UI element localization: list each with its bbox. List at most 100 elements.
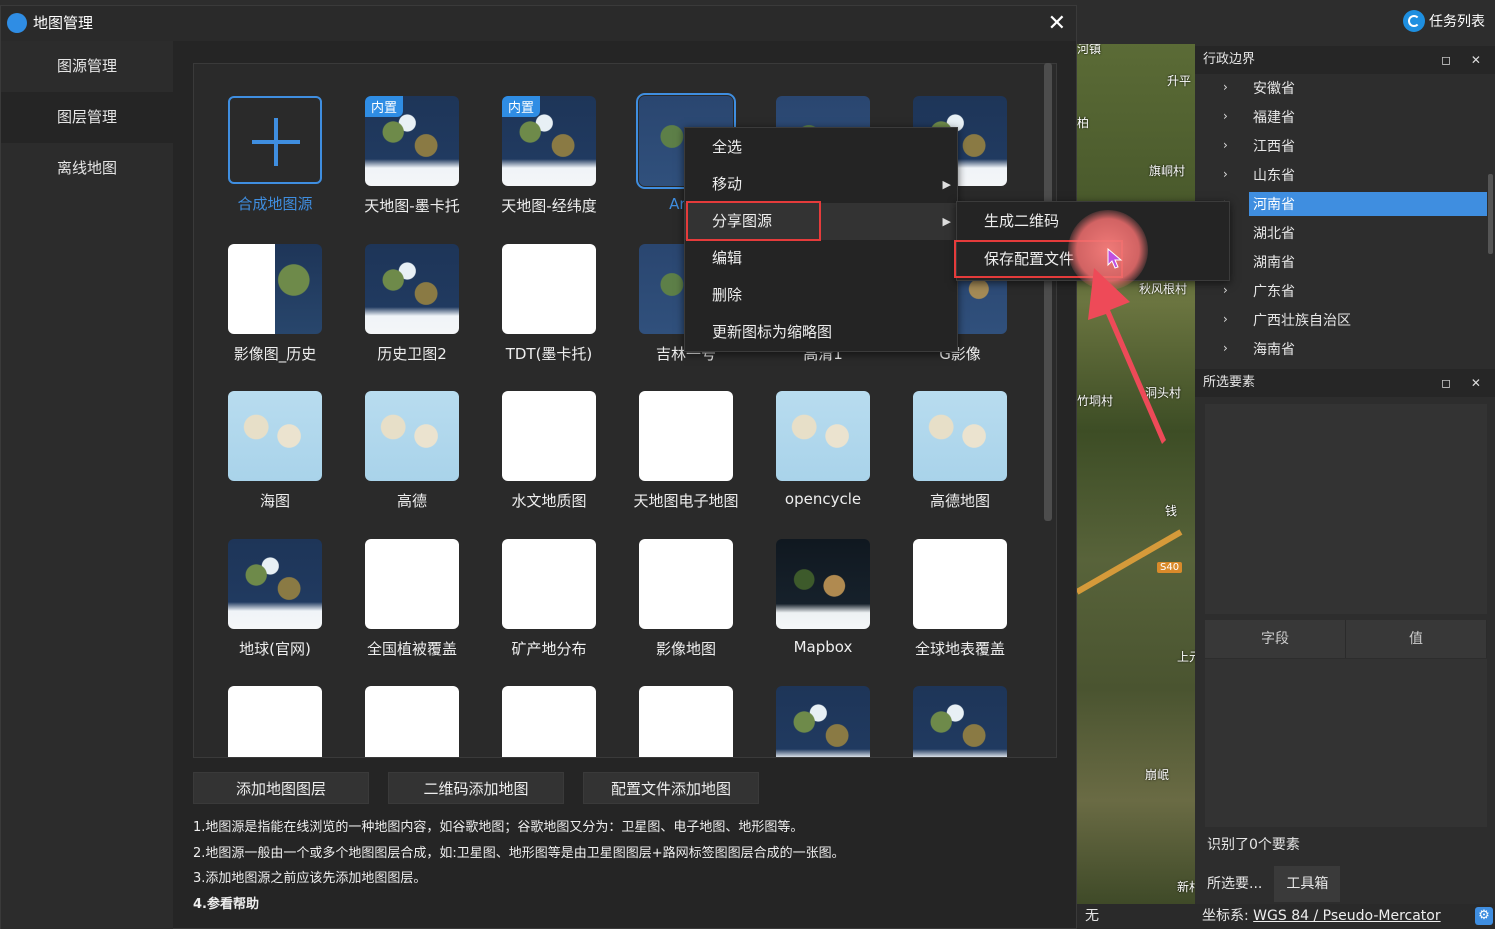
map-source-tile[interactable]: 水文地质图: [489, 391, 609, 511]
add-map-layer-button[interactable]: 添加地图图层: [193, 772, 369, 804]
map-thumbnail: [776, 391, 870, 481]
map-source-tile[interactable]: [626, 686, 746, 757]
tab-selected-features[interactable]: 所选要...: [1195, 866, 1274, 902]
province-item[interactable]: › 广东省: [1195, 276, 1487, 305]
map-source-tile[interactable]: 矿产地分布: [489, 539, 609, 659]
task-list-icon: [1403, 10, 1425, 32]
annotation-arrow: [1088, 268, 1166, 444]
help-link[interactable]: 4.参看帮助: [193, 892, 845, 918]
map-thumbnail: [502, 539, 596, 629]
note-line: 3.添加地图源之前应该先添加地图图层。: [193, 871, 427, 886]
map-source-tile[interactable]: 内置天地图-墨卡托: [352, 96, 472, 216]
status-bar: 无 坐标系: WGS 84 / Pseudo-Mercator ⚙: [1077, 904, 1495, 929]
map-thumbnail: [502, 244, 596, 334]
grid-scrollbar[interactable]: [1044, 63, 1052, 521]
map-thumbnail: 内置: [502, 96, 596, 186]
coordinate-system[interactable]: 坐标系: WGS 84 / Pseudo-Mercator: [1202, 904, 1441, 929]
map-thumbnail: [913, 391, 1007, 481]
chevron-right-icon[interactable]: ›: [1223, 305, 1228, 334]
map-source-tile[interactable]: 影像地图: [626, 539, 746, 659]
province-item[interactable]: ›湖北省: [1195, 218, 1487, 247]
map-source-tile[interactable]: Mapbox: [763, 539, 883, 656]
chevron-right-icon[interactable]: ›: [1223, 334, 1228, 363]
qr-add-map-button[interactable]: 二维码添加地图: [388, 772, 564, 804]
map-thumbnail: [639, 686, 733, 757]
task-list-button[interactable]: 任务列表: [1403, 8, 1485, 34]
map-thumbnail: [228, 686, 322, 757]
map-source-tile[interactable]: 全球地表覆盖: [900, 539, 1020, 659]
chevron-right-icon[interactable]: ›: [1223, 131, 1228, 160]
map-place-label: 旗峒村: [1149, 164, 1186, 178]
map-source-tile[interactable]: 地球(官网): [215, 539, 335, 659]
province-label: 海南省: [1253, 341, 1295, 358]
map-source-label: 天地图-墨卡托: [364, 197, 460, 215]
map-source-tile[interactable]: [489, 686, 609, 757]
map-place-label: 上元珠: [1177, 650, 1195, 664]
selected-features-title: 所选要素: [1203, 375, 1256, 390]
submenu-arrow-icon: ▶: [942, 178, 951, 191]
column-value[interactable]: 值: [1346, 620, 1487, 658]
builtin-badge: 内置: [365, 96, 404, 117]
nav-layer-manage[interactable]: 图层管理: [1, 92, 173, 143]
map-source-label: 地球(官网): [239, 640, 311, 658]
map-source-label: 水文地质图: [511, 492, 587, 510]
map-source-label: 全球地表覆盖: [914, 640, 1005, 658]
map-place-label: 新村: [1177, 880, 1195, 894]
map-view[interactable]: S40 河镇升平柏旗峒村秋风根村洞头村竹垌村钱上元珠崩岷新村: [1077, 44, 1195, 904]
map-thumbnail: [228, 244, 322, 334]
right-panel: 行政边界 ◻ ✕ ›安徽省›福建省›江西省›山东省›河南省›湖北省›湖南省›广东…: [1195, 44, 1495, 904]
map-source-tile[interactable]: 海图: [215, 391, 335, 511]
province-item[interactable]: › 安徽省: [1195, 73, 1487, 102]
map-source-label: Mapbox: [793, 638, 853, 656]
map-source-tile[interactable]: 历史卫图2: [352, 244, 472, 364]
province-item[interactable]: › 福建省: [1195, 102, 1487, 131]
map-source-tile[interactable]: 天地图电子地图: [626, 391, 746, 511]
add-map-source-tile[interactable]: 合成地图源: [215, 96, 335, 214]
map-source-tile[interactable]: 高德地图: [900, 391, 1020, 511]
province-label: 广东省: [1253, 283, 1295, 300]
attribute-table-header: 字段 值: [1205, 620, 1487, 658]
map-source-tile[interactable]: [763, 686, 883, 757]
nav-offline-map[interactable]: 离线地图: [1, 143, 173, 194]
column-field[interactable]: 字段: [1205, 620, 1346, 658]
province-scrollbar[interactable]: [1488, 174, 1493, 254]
province-item[interactable]: ›河南省: [1195, 189, 1487, 218]
province-item[interactable]: ›湖南省: [1195, 247, 1487, 276]
config-add-map-button[interactable]: 配置文件添加地图: [583, 772, 759, 804]
map-place-label: 钱: [1165, 504, 1178, 518]
province-item[interactable]: › 江西省: [1195, 131, 1487, 160]
context-menu-item[interactable]: 更新图标为缩略图: [685, 314, 957, 351]
panel-window-controls[interactable]: ◻ ✕: [1441, 369, 1489, 397]
map-source-tile[interactable]: 内置天地图-经纬度: [489, 96, 609, 216]
context-menu-item[interactable]: 全选: [685, 129, 957, 166]
panel-window-controls[interactable]: ◻ ✕: [1441, 46, 1489, 74]
context-menu-label: 删除: [712, 286, 743, 304]
map-source-tile[interactable]: TDT(墨卡托): [489, 244, 609, 364]
gear-icon[interactable]: ⚙: [1475, 907, 1493, 925]
tab-toolbox[interactable]: 工具箱: [1274, 866, 1341, 902]
chevron-right-icon[interactable]: ›: [1223, 160, 1228, 189]
context-menu-item[interactable]: 编辑: [685, 240, 957, 277]
chevron-right-icon[interactable]: ›: [1223, 102, 1228, 131]
province-item[interactable]: › 海南省: [1195, 334, 1487, 363]
context-menu-item[interactable]: 移动 ▶: [685, 166, 957, 203]
map-source-tile[interactable]: 影像图_历史: [215, 244, 335, 364]
province-item[interactable]: › 山东省: [1195, 160, 1487, 189]
map-source-tile[interactable]: 高德: [352, 391, 472, 511]
close-icon[interactable]: ✕: [1048, 9, 1066, 39]
province-item[interactable]: › 广西壮族自治区: [1195, 305, 1487, 334]
coord-value[interactable]: WGS 84 / Pseudo-Mercator: [1253, 908, 1440, 924]
nav-source-manage[interactable]: 图源管理: [1, 41, 173, 92]
map-source-tile[interactable]: opencycle: [763, 391, 883, 508]
map-source-label: 天地图-经纬度: [501, 197, 597, 215]
map-source-tile[interactable]: 全国植被覆盖: [352, 539, 472, 659]
chevron-right-icon[interactable]: ›: [1223, 73, 1228, 102]
add-map-source-label: 合成地图源: [237, 195, 313, 213]
map-source-tile[interactable]: [215, 686, 335, 757]
province-label: 湖南省: [1253, 254, 1295, 271]
map-thumbnail: [365, 539, 459, 629]
map-source-tile[interactable]: [352, 686, 472, 757]
selected-features-area: [1205, 404, 1487, 614]
map-source-tile[interactable]: [900, 686, 1020, 757]
context-menu-item[interactable]: 删除: [685, 277, 957, 314]
